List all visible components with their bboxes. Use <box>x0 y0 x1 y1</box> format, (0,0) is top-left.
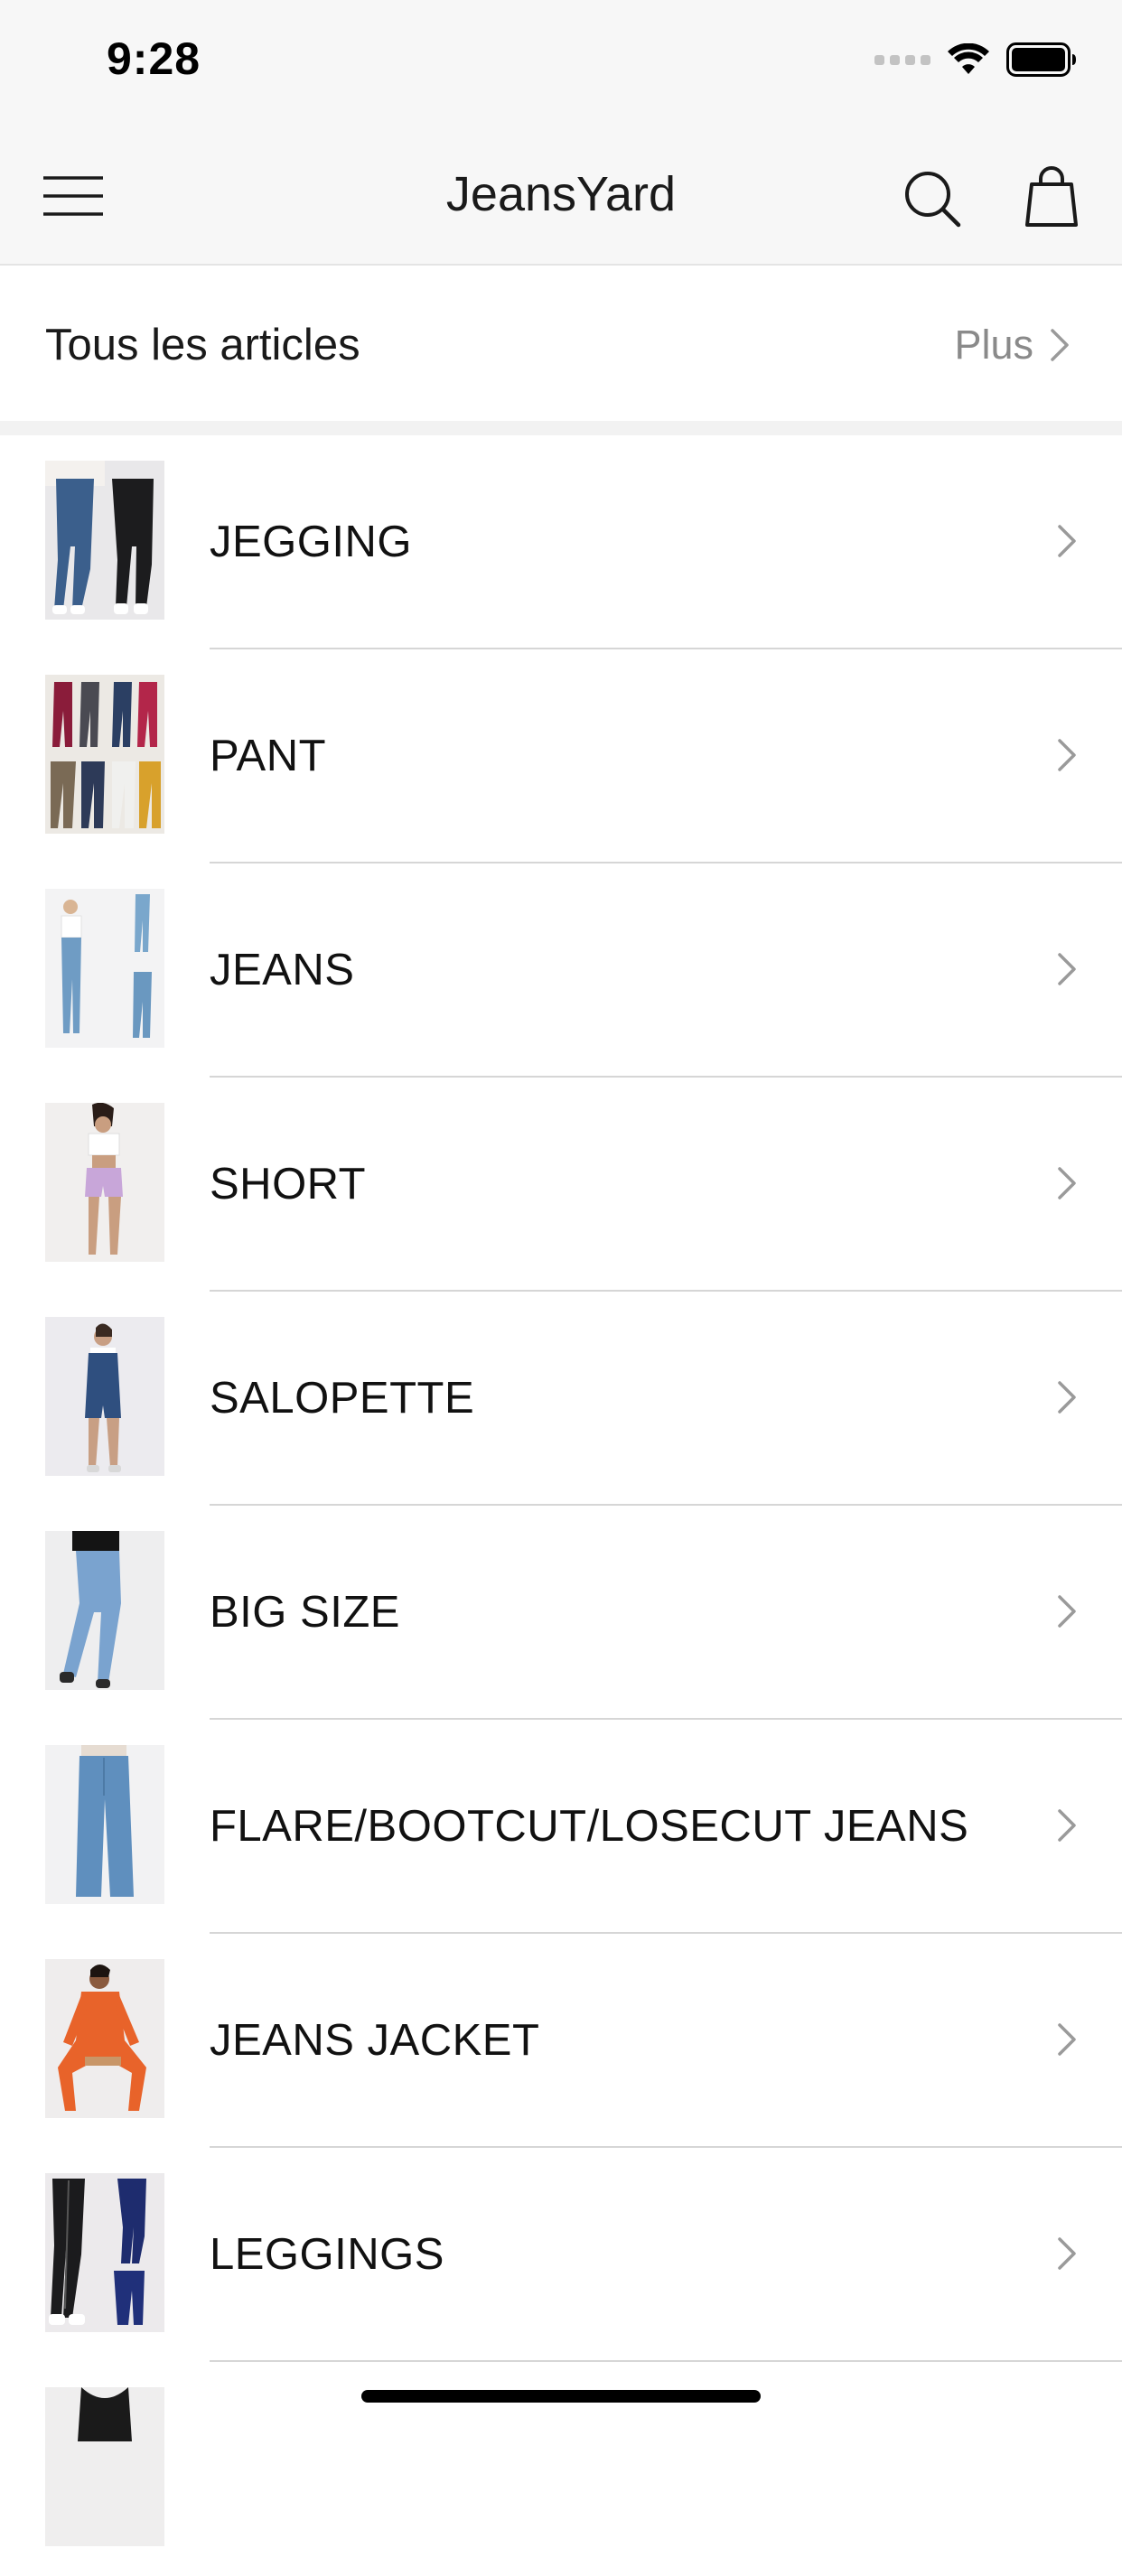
more-label: Plus <box>954 322 1033 368</box>
category-thumbnail <box>45 1959 164 2118</box>
category-row-jegging[interactable]: JEGGING <box>0 435 1122 649</box>
chevron-right-icon <box>1058 2023 1076 2056</box>
category-label: JEANS JACKET <box>210 2016 540 2065</box>
category-label: BIG SIZE <box>210 1588 400 1637</box>
category-thumbnail <box>45 1745 164 1904</box>
cellular-signal-icon <box>874 54 930 65</box>
battery-icon <box>1006 42 1076 77</box>
category-thumbnail <box>45 889 164 1048</box>
chevron-right-icon <box>1058 2237 1076 2270</box>
category-thumbnail <box>45 1317 164 1476</box>
status-bar: 9:28 <box>0 0 1122 126</box>
category-thumbnail <box>45 2173 164 2332</box>
category-row-leggings[interactable]: LEGGINGS <box>0 2148 1122 2362</box>
chevron-right-icon <box>1058 1595 1076 1628</box>
category-thumbnail <box>45 675 164 834</box>
category-label: JEANS <box>210 946 355 994</box>
category-label: JEGGING <box>210 518 413 566</box>
shopping-bag-icon[interactable] <box>1024 166 1079 228</box>
category-label: PANT <box>210 732 327 780</box>
chevron-right-icon <box>1058 1381 1076 1414</box>
category-row-flare-bootcut-losecut-jeans[interactable]: FLARE/BOOTCUT/LOSECUT JEANS <box>0 1720 1122 1934</box>
wifi-icon <box>948 43 989 74</box>
category-thumbnail <box>45 1103 164 1262</box>
category-thumbnail <box>45 2387 164 2546</box>
hamburger-menu-icon[interactable] <box>43 175 103 217</box>
chevron-right-icon <box>1058 1809 1076 1842</box>
search-icon[interactable] <box>903 170 961 228</box>
category-row-jeans-jacket[interactable]: JEANS JACKET <box>0 1934 1122 2148</box>
chevron-right-icon <box>1051 329 1069 361</box>
category-label: LEGGINGS <box>210 2230 444 2279</box>
category-list: JEGGING PANT JEANS SHORT SALOPETTE BIG S… <box>0 435 1122 2576</box>
category-row-salopette[interactable]: SALOPETTE <box>0 1292 1122 1506</box>
category-label: FLARE/BOOTCUT/LOSECUT JEANS <box>210 1802 969 1851</box>
category-label: SHORT <box>210 1160 367 1209</box>
nav-bar: JeansYard <box>0 126 1122 266</box>
chevron-right-icon <box>1058 525 1076 557</box>
status-icons <box>874 40 1077 79</box>
all-articles-label: Tous les articles <box>45 321 360 369</box>
chevron-right-icon <box>1058 739 1076 771</box>
home-indicator <box>361 2390 761 2403</box>
category-thumbnail <box>45 1531 164 1690</box>
category-label: SALOPETTE <box>210 1374 475 1423</box>
chevron-right-icon <box>1058 1167 1076 1199</box>
more-link[interactable]: Plus <box>954 322 1070 369</box>
category-row-big-size[interactable]: BIG SIZE <box>0 1506 1122 1720</box>
chevron-right-icon <box>1058 953 1076 985</box>
section-divider <box>0 421 1122 435</box>
category-row-short[interactable]: SHORT <box>0 1078 1122 1292</box>
status-time: 9:28 <box>107 33 201 84</box>
category-row-jeans[interactable]: JEANS <box>0 863 1122 1078</box>
category-row-pant[interactable]: PANT <box>0 649 1122 863</box>
all-articles-row[interactable]: Tous les articles Plus <box>0 273 1122 421</box>
category-thumbnail <box>45 461 164 620</box>
